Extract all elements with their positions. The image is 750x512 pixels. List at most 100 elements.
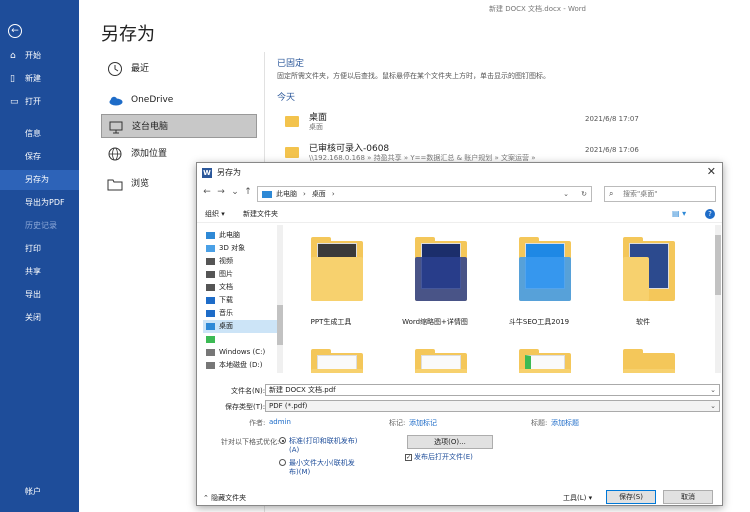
tree-item-drive-c[interactable]: Windows (C:) bbox=[203, 346, 277, 359]
folder-item[interactable]: PPT生成工具 bbox=[285, 225, 377, 345]
folder-icon bbox=[107, 176, 123, 192]
folder-open-icon: ▭ bbox=[10, 97, 19, 107]
sidebar-item-export[interactable]: 导出 bbox=[0, 285, 79, 305]
dialog-title: 另存为 bbox=[217, 168, 241, 177]
file-grid-scrollbar[interactable] bbox=[715, 225, 721, 373]
close-icon[interactable]: ✕ bbox=[707, 165, 716, 178]
tree-item-label: 本地磁盘 (D:) bbox=[219, 361, 263, 369]
checkbox-checked[interactable]: ✓ bbox=[405, 453, 412, 461]
chevron-down-icon[interactable]: ⌄ bbox=[563, 187, 569, 201]
tree-item-this-pc[interactable]: 此电脑 bbox=[203, 229, 277, 242]
tree-item-label: 3D 对象 bbox=[219, 244, 246, 252]
sidebar-item-close[interactable]: 关闭 bbox=[0, 308, 79, 328]
address-bar[interactable]: 此电脑 › 桌面 › ⌄ ↻ bbox=[257, 186, 592, 202]
open-after-checkbox[interactable]: ✓ 发布后打开文件(E) bbox=[405, 452, 473, 462]
options-button[interactable]: 选项(O)... bbox=[407, 435, 493, 449]
tree-item-documents[interactable]: 文档 bbox=[203, 281, 277, 294]
tree-item-label: 音乐 bbox=[219, 309, 233, 317]
sidebar-item-export-pdf[interactable]: 导出为PDF bbox=[0, 193, 79, 213]
tree-item-wechat[interactable] bbox=[203, 333, 277, 346]
folder-item[interactable]: Word缩略图+详情图 bbox=[389, 225, 481, 345]
folder-item[interactable] bbox=[389, 337, 481, 373]
sidebar-item-new[interactable]: ▯ 新建 bbox=[0, 69, 79, 89]
recent-folders-panel: 已固定 固定所需文件夹，方便以后查找。鼠标悬停在某个文件夹上方时，单击显示的图钉… bbox=[277, 56, 747, 162]
location-recent[interactable]: 最近 bbox=[101, 57, 257, 81]
music-icon bbox=[206, 310, 215, 317]
tree-item-label: 视频 bbox=[219, 257, 233, 265]
filename-input[interactable]: 新建 DOCX 文档.pdf ⌄ bbox=[265, 384, 720, 396]
sidebar-item-print[interactable]: 打印 bbox=[0, 239, 79, 259]
chevron-down-icon[interactable]: ⌄ bbox=[710, 385, 716, 395]
help-icon[interactable]: ? bbox=[705, 209, 715, 219]
radio-minimum[interactable]: 最小文件大小(联机发 布)(M) bbox=[279, 459, 355, 477]
hide-folders-toggle[interactable]: ⌃ 隐藏文件夹 bbox=[203, 493, 246, 503]
breadcrumb-this-pc[interactable]: 此电脑 bbox=[276, 190, 297, 198]
tree-item-drive-d[interactable]: 本地磁盘 (D:) bbox=[203, 359, 277, 372]
folder-item[interactable]: 斗牛SEO工具2019 bbox=[493, 225, 585, 345]
folder-row[interactable]: 桌面 桌面 2021/6/8 17:07 bbox=[277, 108, 747, 140]
location-label: OneDrive bbox=[131, 95, 174, 105]
author-field[interactable]: admin bbox=[269, 418, 291, 426]
chevron-down-icon[interactable]: ⌄ bbox=[710, 401, 716, 411]
tree-item-music[interactable]: 音乐 bbox=[203, 307, 277, 320]
back-icon[interactable]: ← bbox=[201, 187, 213, 197]
tree-item-downloads[interactable]: 下载 bbox=[203, 294, 277, 307]
sidebar-item-info[interactable]: 信息 bbox=[0, 124, 79, 144]
sidebar-item-save-as[interactable]: 另存为 bbox=[0, 170, 79, 190]
scrollbar-thumb[interactable] bbox=[277, 305, 283, 345]
folder-icon bbox=[311, 237, 363, 301]
radio-label: 标准(打印和联机发布) bbox=[289, 437, 358, 445]
filetype-select[interactable]: PDF (*.pdf) ⌄ bbox=[265, 400, 720, 412]
save-button[interactable]: 保存(S) bbox=[606, 490, 656, 504]
folder-item[interactable] bbox=[597, 337, 689, 373]
forward-icon[interactable]: → bbox=[215, 187, 227, 197]
folder-item[interactable]: 软件 bbox=[597, 225, 689, 345]
breadcrumb-separator[interactable]: › bbox=[332, 190, 335, 198]
radio-unselected[interactable] bbox=[279, 459, 286, 466]
radio-standard[interactable]: 标准(打印和联机发布) (A) bbox=[279, 437, 358, 455]
back-arrow-icon[interactable]: ← bbox=[8, 24, 22, 38]
tree-item-3d-objects[interactable]: 3D 对象 bbox=[203, 242, 277, 255]
refresh-icon[interactable]: ↻ bbox=[581, 187, 587, 201]
search-input[interactable]: ⌕ 搜索"桌面" bbox=[604, 186, 716, 202]
title-field[interactable]: 添加标题 bbox=[551, 418, 579, 428]
sidebar-item-share[interactable]: 共享 bbox=[0, 262, 79, 282]
sidebar-item-save[interactable]: 保存 bbox=[0, 147, 79, 167]
globe-add-icon bbox=[107, 146, 123, 162]
tree-item-pictures[interactable]: 图片 bbox=[203, 268, 277, 281]
tree-scrollbar[interactable] bbox=[277, 225, 283, 373]
cancel-button[interactable]: 取消 bbox=[663, 490, 713, 504]
location-label: 这台电脑 bbox=[132, 122, 169, 132]
author-label: 作者: bbox=[249, 419, 266, 427]
up-icon[interactable]: ↑ bbox=[242, 187, 254, 197]
recent-locations-icon[interactable]: ⌄ bbox=[229, 187, 241, 197]
folder-item[interactable] bbox=[493, 337, 585, 373]
tags-field[interactable]: 添加标记 bbox=[409, 418, 437, 428]
view-options-icon[interactable]: ▤ ▾ bbox=[672, 209, 686, 218]
sidebar-item-home[interactable]: ⌂ 开始 bbox=[0, 46, 79, 66]
location-this-pc[interactable]: 这台电脑 bbox=[101, 114, 257, 138]
folder-date: 2021/6/8 17:07 bbox=[585, 115, 639, 123]
file-grid: PPT生成工具 Word缩略图+详情图 斗牛SEO工具2019 软件 bbox=[285, 225, 713, 373]
breadcrumb-desktop[interactable]: 桌面 bbox=[312, 190, 326, 198]
organize-button[interactable]: 组织 ▾ bbox=[205, 209, 225, 219]
location-onedrive[interactable]: OneDrive bbox=[101, 88, 257, 112]
sidebar-item-open[interactable]: ▭ 打开 bbox=[0, 92, 79, 112]
dialog-titlebar[interactable]: W 另存为 ✕ bbox=[197, 163, 722, 183]
breadcrumb-separator[interactable]: › bbox=[303, 190, 306, 198]
new-folder-button[interactable]: 新建文件夹 bbox=[243, 209, 278, 219]
address-row: ← → ⌄ ↑ 此电脑 › 桌面 › ⌄ ↻ ⌕ 搜索"桌面" bbox=[197, 185, 722, 203]
hide-folders-label: 隐藏文件夹 bbox=[211, 494, 247, 502]
tree-item-videos[interactable]: 视频 bbox=[203, 255, 277, 268]
dialog-toolbar: 组织 ▾ 新建文件夹 ▤ ▾ ? bbox=[197, 207, 722, 223]
scrollbar-thumb[interactable] bbox=[715, 235, 721, 295]
tools-button[interactable]: 工具(L) ▾ bbox=[563, 493, 592, 503]
radio-selected[interactable] bbox=[279, 437, 286, 444]
new-doc-icon: ▯ bbox=[10, 74, 15, 84]
tree-item-desktop[interactable]: 桌面 bbox=[203, 320, 277, 333]
radio-label: 布)(M) bbox=[289, 468, 311, 476]
video-icon bbox=[206, 258, 215, 265]
sidebar-item-account[interactable]: 帐户 bbox=[0, 482, 79, 502]
folder-item[interactable] bbox=[285, 337, 377, 373]
cloud-icon bbox=[107, 92, 123, 108]
